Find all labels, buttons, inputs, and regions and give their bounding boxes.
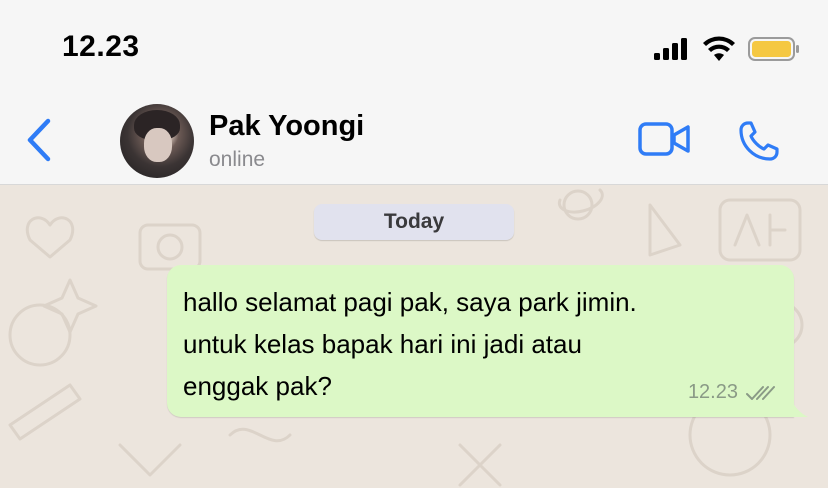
bubble-tail [790,397,808,417]
avatar-face [144,128,172,162]
status-bar: 12.23 [0,0,828,96]
video-call-button[interactable] [638,122,690,156]
message-line: untuk kelas bapak hari ini jadi atau [183,329,582,359]
date-separator: Today [314,204,514,240]
voice-call-button[interactable] [738,120,780,162]
contact-status: online [209,148,266,171]
double-check-icon [746,386,775,400]
wifi-icon [703,36,735,61]
message-time: 12.23 [687,381,738,403]
status-time: 12.23 [62,30,140,63]
back-button[interactable] [22,116,56,164]
chat-header: Pak Yoongi online [0,96,828,185]
message-line: hallo selamat pagi pak, saya park jimin. [183,287,637,317]
battery-icon [748,37,799,61]
chat-area[interactable]: Today hallo selamat pagi pak, saya park … [0,185,828,488]
contact-name[interactable]: Pak Yoongi [209,110,364,143]
avatar[interactable] [120,104,194,178]
message-bubble[interactable]: hallo selamat pagi pak, saya park jimin.… [167,265,794,417]
signal-bars-icon [654,38,687,60]
